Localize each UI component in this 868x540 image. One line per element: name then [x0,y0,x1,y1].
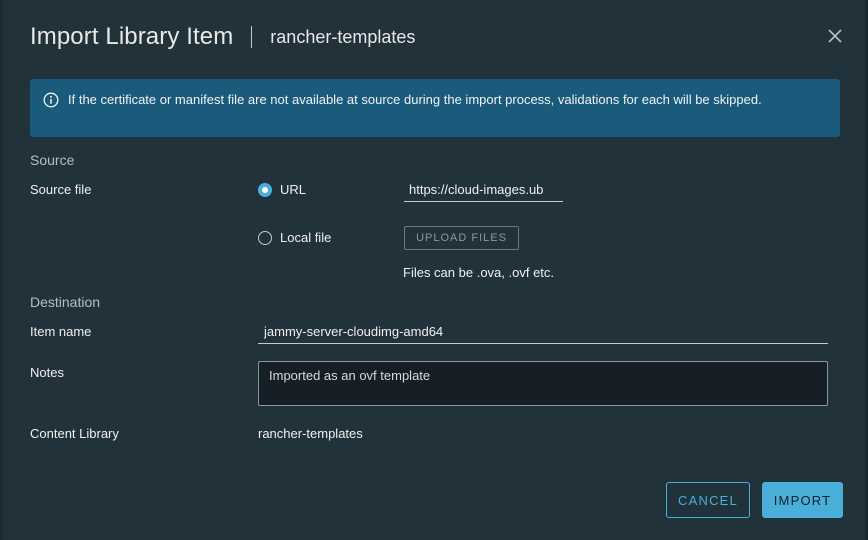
url-radio[interactable]: URL [258,182,306,197]
destination-section-title: Destination [30,294,101,310]
radio-unselected-icon [258,230,272,245]
url-radio-label: URL [280,182,307,197]
content-library-value: rancher-templates [258,426,363,441]
url-input[interactable] [404,178,563,202]
source-file-label: Source file [30,182,92,197]
title-separator [251,26,253,48]
dialog-header: Import Library Item rancher-templates [30,20,415,54]
item-name-input[interactable] [258,320,828,344]
dialog-title: Import Library Item [30,23,234,50]
alert-message: If the certificate or manifest file are … [68,92,762,107]
import-library-item-dialog: Import Library Item rancher-templates If… [3,0,865,540]
item-name-label: Item name [30,324,92,339]
content-library-label: Content Library [30,426,119,441]
source-section-title: Source [30,152,75,168]
dialog-subtitle: rancher-templates [270,26,416,47]
close-icon[interactable] [825,26,845,46]
cancel-button[interactable]: CANCEL [666,482,750,518]
upload-files-button[interactable]: UPLOAD FILES [404,226,519,250]
import-button[interactable]: IMPORT [762,482,843,518]
local-file-radio-label: Local file [280,230,332,245]
radio-selected-icon [258,182,272,197]
info-icon [43,92,59,108]
file-types-hint: Files can be .ova, .ovf etc. [403,265,555,280]
local-file-radio[interactable]: Local file [258,230,331,245]
info-alert: If the certificate or manifest file are … [30,79,840,137]
notes-label: Notes [30,365,64,380]
notes-textarea[interactable]: Imported as an ovf template [258,361,828,406]
